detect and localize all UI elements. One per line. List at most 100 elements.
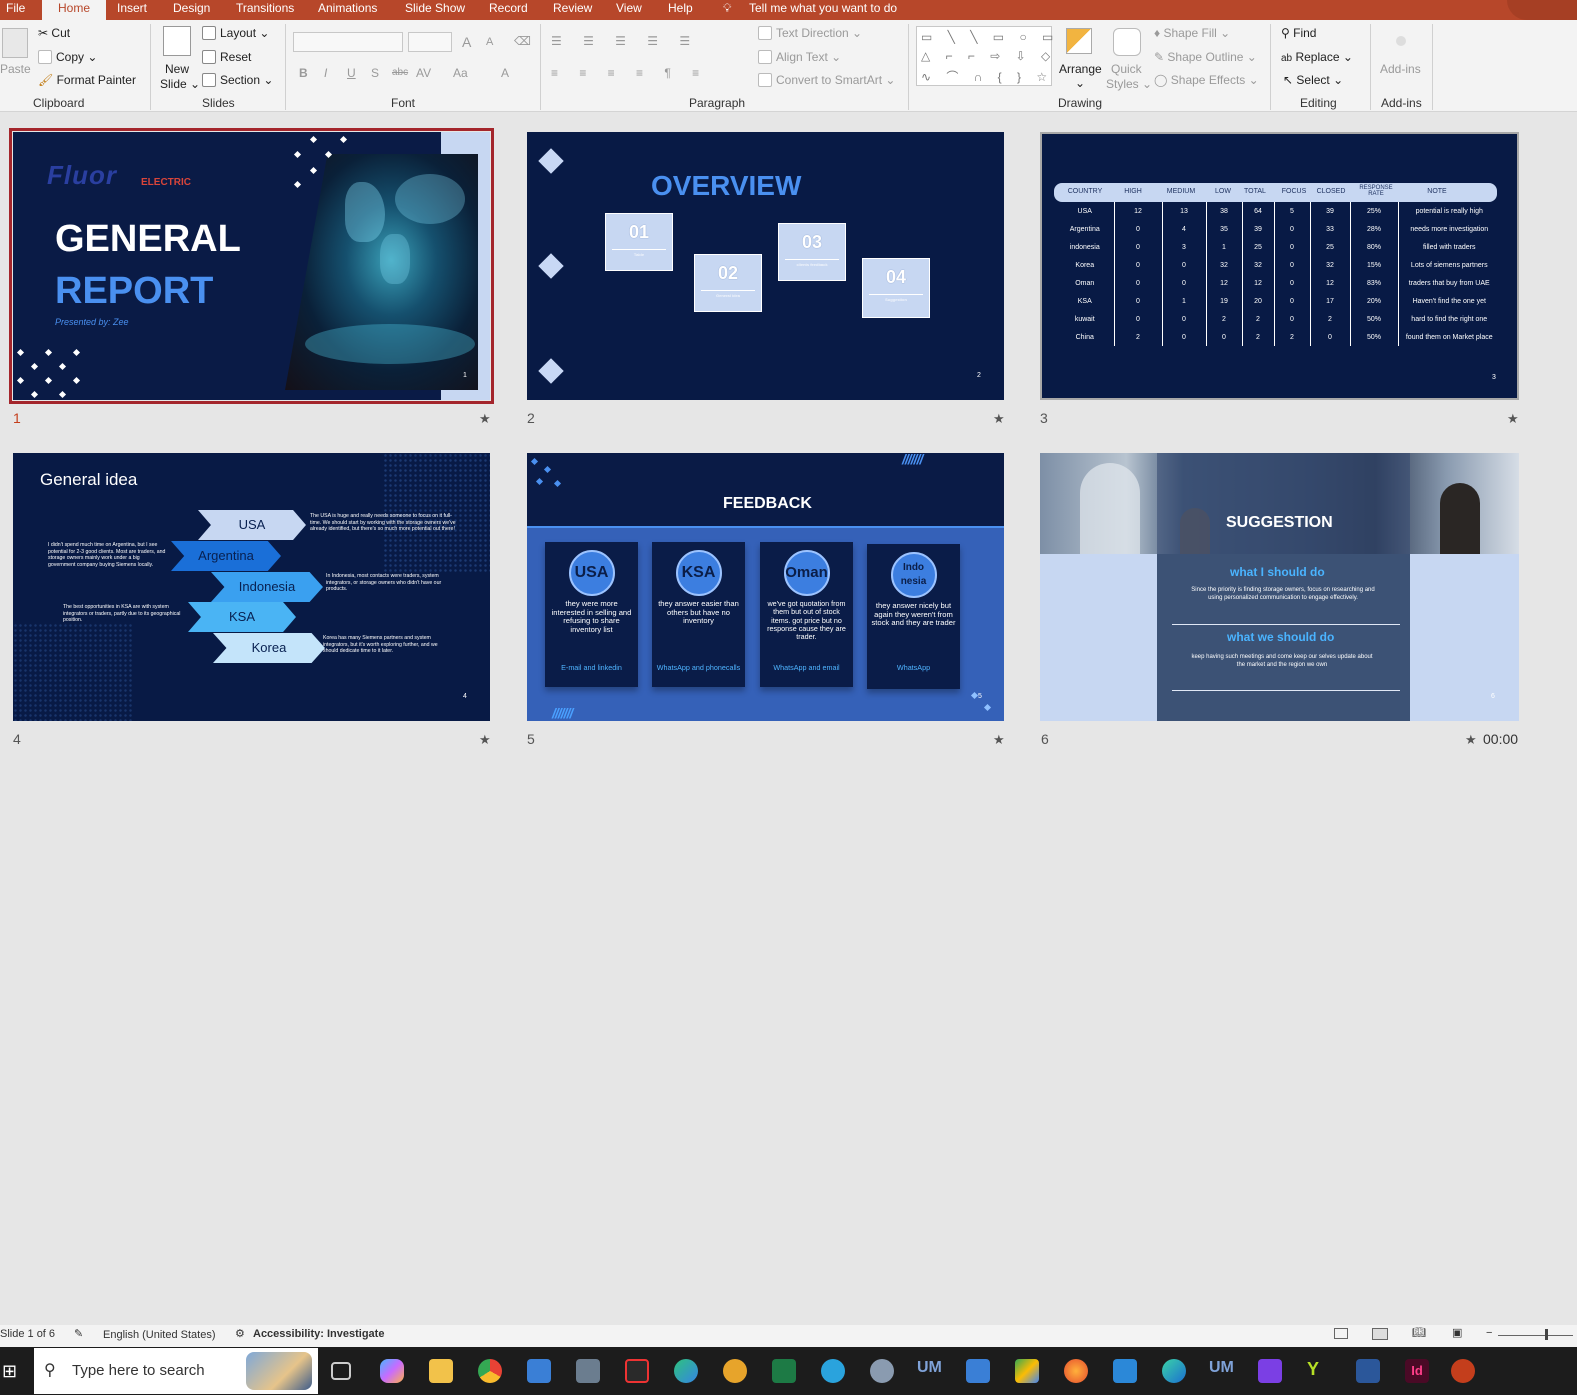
calendar-icon[interactable] — [1113, 1359, 1137, 1383]
arrange-icon[interactable] — [1066, 28, 1092, 54]
copilot-icon[interactable] — [380, 1359, 404, 1383]
slide-thumbnail-3[interactable]: COUNTRY HIGH MEDIUM LOW TOTAL FOCUS CLOS… — [1040, 132, 1519, 400]
font-color-button[interactable]: A — [501, 66, 509, 80]
align-text-button[interactable]: Align Text ⌄ — [758, 50, 841, 64]
paint-icon[interactable] — [870, 1359, 894, 1383]
slide-thumbnail-5[interactable]: /////// /////// FEEDBACK USA they were m… — [527, 453, 1004, 721]
char-spacing-button[interactable]: AV — [416, 66, 431, 80]
transition-star-icon[interactable]: ★ — [993, 732, 1005, 748]
chrome-icon[interactable] — [478, 1359, 502, 1383]
text-direction-button[interactable]: Text Direction ⌄ — [758, 26, 862, 40]
app-v-icon[interactable]: Y — [1307, 1359, 1331, 1383]
slide-thumbnail-6[interactable]: SUGGESTION what I should do Since the pr… — [1040, 453, 1519, 721]
zoom-slider[interactable] — [1498, 1335, 1573, 1336]
underline-button[interactable]: U — [347, 66, 356, 80]
app-window-icon[interactable] — [966, 1359, 990, 1383]
shape-outline-button[interactable]: ✎ Shape Outline ⌄ — [1154, 50, 1257, 64]
find-button[interactable]: ⚲ Find — [1281, 26, 1316, 40]
word-icon[interactable] — [1356, 1359, 1380, 1383]
quick-styles-icon[interactable] — [1113, 28, 1141, 56]
section-button[interactable]: Section ⌄ — [202, 73, 273, 87]
shrink-font-button[interactable]: A — [486, 36, 493, 48]
firefox-icon[interactable] — [1064, 1359, 1088, 1383]
shape-effects-button[interactable]: ◯ Shape Effects ⌄ — [1154, 73, 1259, 87]
transition-star-icon[interactable]: ★ — [479, 411, 491, 427]
slide-sorter-view-icon[interactable] — [1372, 1328, 1388, 1340]
slide-thumbnail-2[interactable]: OVERVIEW 01 Table 02 General idea 03 client… — [527, 132, 1004, 400]
quick-styles-button[interactable]: Quick — [1111, 62, 1142, 76]
accessibility-icon[interactable]: ⚙ — [235, 1327, 245, 1340]
tab-home[interactable]: Home — [42, 0, 107, 20]
bold-button[interactable]: B — [299, 66, 308, 80]
cut-button[interactable]: ✂ Cut — [38, 26, 70, 40]
um-app-icon[interactable]: UM — [1209, 1359, 1234, 1383]
language-indicator[interactable]: English (United States) — [103, 1329, 216, 1341]
task-view-icon[interactable] — [331, 1362, 351, 1380]
calculator-icon[interactable] — [576, 1359, 600, 1383]
tell-me-search[interactable]: Tell me what you want to do — [749, 0, 897, 20]
new-slide-icon[interactable] — [163, 26, 191, 56]
visual-studio-icon[interactable] — [1258, 1359, 1282, 1383]
shapes-gallery[interactable]: ▭ ╲ ╲ ▭ ○ ▭ △ ⌐ ⌐ ⇨ ⇩ ◇ ∿ ⌒ ∩ { } ☆ — [916, 26, 1053, 86]
paste-icon[interactable] — [2, 28, 28, 58]
network-app-icon[interactable] — [723, 1359, 747, 1383]
shape-fill-button[interactable]: ♦ Shape Fill ⌄ — [1154, 26, 1230, 40]
alignment-buttons-row[interactable]: ≡ ≡ ≡ ≡ ¶ ≡ — [551, 66, 708, 80]
taskbar-search-box[interactable]: ⚲ Type here to search — [34, 1348, 318, 1394]
strikethrough-button[interactable]: abc — [392, 67, 408, 78]
powerpoint-icon[interactable] — [1451, 1359, 1475, 1383]
new-slide-dropdown[interactable]: Slide ⌄ — [160, 77, 200, 91]
um-app-icon[interactable]: UM — [917, 1359, 942, 1383]
tab-view[interactable]: View — [616, 0, 642, 20]
new-slide-button[interactable]: New — [165, 62, 189, 76]
tab-record[interactable]: Record — [489, 0, 528, 20]
zoom-slider-thumb[interactable] — [1545, 1329, 1548, 1340]
indesign-icon[interactable]: Id — [1405, 1359, 1429, 1383]
select-button[interactable]: ↖ Select ⌄ — [1283, 73, 1343, 87]
windows-start-icon[interactable]: ⊞ — [2, 1361, 17, 1382]
replace-button[interactable]: ab Replace ⌄ — [1281, 50, 1353, 64]
paste-button[interactable]: Paste — [0, 62, 31, 76]
format-painter-button[interactable]: 🖌︎ Format Painter — [38, 73, 136, 87]
slide-thumbnail-4[interactable]: General idea USA Argentina Indonesia KSA… — [13, 453, 490, 721]
tab-design[interactable]: Design — [173, 0, 210, 20]
layout-button[interactable]: Layout ⌄ — [202, 26, 269, 40]
tab-review[interactable]: Review — [553, 0, 592, 20]
transition-star-icon[interactable]: ★ — [993, 411, 1005, 427]
telegram-icon[interactable] — [821, 1359, 845, 1383]
shadow-button[interactable]: S — [371, 66, 379, 80]
tab-animations[interactable]: Animations — [318, 0, 377, 20]
grow-font-button[interactable]: A — [462, 34, 471, 50]
clear-formatting-icon[interactable]: ⌫ — [514, 34, 531, 48]
normal-view-icon[interactable] — [1334, 1328, 1348, 1339]
transition-star-icon[interactable]: ★ — [1465, 732, 1477, 748]
tab-slide-show[interactable]: Slide Show — [405, 0, 465, 20]
app-window-icon[interactable] — [527, 1359, 551, 1383]
arrange-dropdown-icon[interactable]: ⌄ — [1075, 76, 1085, 90]
edge-dev-icon[interactable] — [674, 1359, 698, 1383]
font-name-box[interactable] — [293, 32, 403, 52]
quick-styles-dropdown[interactable]: Styles ⌄ — [1106, 77, 1152, 91]
slideshow-view-icon[interactable]: ▣ — [1452, 1326, 1462, 1339]
transition-star-icon[interactable]: ★ — [1507, 411, 1519, 427]
edge-icon[interactable] — [1162, 1359, 1186, 1383]
meet-icon[interactable] — [1015, 1359, 1039, 1383]
addins-icon[interactable] — [1396, 36, 1406, 46]
transition-star-icon[interactable]: ★ — [479, 732, 491, 748]
arrange-button[interactable]: Arrange — [1059, 62, 1102, 76]
reading-view-icon[interactable]: 📖︎ — [1412, 1326, 1426, 1339]
recorder-icon[interactable] — [625, 1359, 649, 1383]
reset-button[interactable]: Reset — [202, 50, 251, 64]
copy-button[interactable]: Copy ⌄ — [38, 50, 97, 64]
change-case-button[interactable]: Aa — [453, 66, 468, 80]
slide-thumbnail-1[interactable]: Fluor ELECTRIC GENERAL REPORT Presented … — [13, 132, 490, 400]
accessibility-status[interactable]: Accessibility: Investigate — [253, 1328, 384, 1340]
tab-transitions[interactable]: Transitions — [236, 0, 294, 20]
font-size-box[interactable] — [408, 32, 452, 52]
tab-file[interactable]: File — [6, 0, 25, 20]
tab-help[interactable]: Help — [668, 0, 693, 20]
convert-smartart-button[interactable]: Convert to SmartArt ⌄ — [758, 73, 895, 87]
zoom-out-button[interactable]: − — [1486, 1327, 1492, 1339]
addins-button[interactable]: Add-ins — [1380, 62, 1421, 76]
italic-button[interactable]: I — [324, 66, 327, 80]
